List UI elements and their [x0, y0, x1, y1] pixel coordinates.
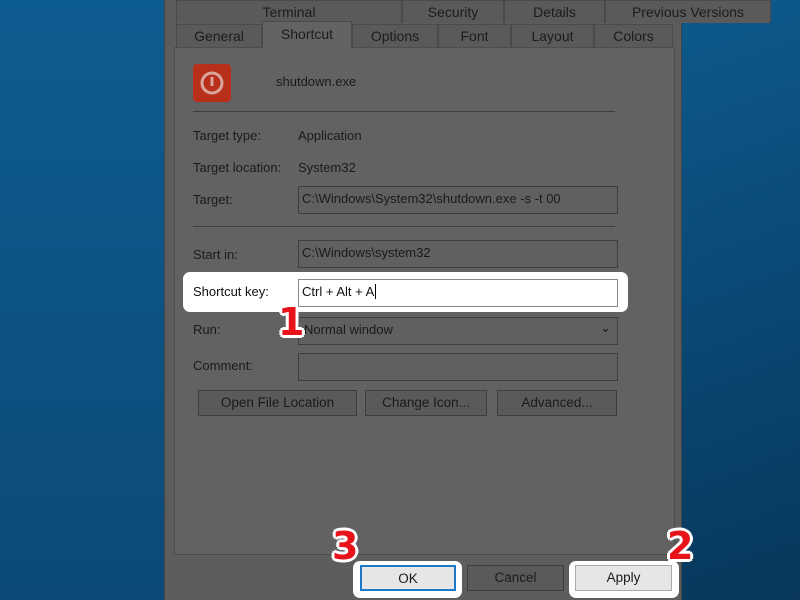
target-type-value: Application: [298, 128, 362, 143]
shortcut-key-input[interactable]: Ctrl + Alt + A: [298, 279, 618, 307]
apply-button[interactable]: Apply: [575, 565, 672, 591]
tab-layout[interactable]: Layout: [511, 24, 594, 47]
tab-previous-versions[interactable]: Previous Versions: [605, 0, 771, 23]
cancel-button[interactable]: Cancel: [467, 565, 564, 591]
target-input[interactable]: C:\Windows\System32\shutdown.exe -s -t 0…: [298, 186, 618, 214]
open-file-location-button[interactable]: Open File Location: [198, 390, 357, 416]
target-location-value: System32: [298, 160, 356, 175]
run-value: Normal window: [304, 322, 393, 337]
tab-security[interactable]: Security: [402, 0, 504, 23]
shortcut-key-value: Ctrl + Alt + A: [302, 284, 375, 299]
annotation-1: 1: [278, 300, 305, 344]
comment-label: Comment:: [193, 358, 253, 373]
annotation-3: 3: [332, 524, 359, 568]
target-type-label: Target type:: [193, 128, 261, 143]
chevron-down-icon: ⌄: [600, 320, 611, 335]
target-label: Target:: [193, 192, 233, 207]
run-label: Run:: [193, 322, 221, 337]
tab-options[interactable]: Options: [352, 24, 438, 47]
tab-colors[interactable]: Colors: [594, 24, 673, 47]
power-icon: [193, 64, 231, 102]
divider: [193, 111, 615, 112]
comment-input[interactable]: [298, 353, 618, 381]
ok-button[interactable]: OK: [360, 565, 456, 591]
divider: [193, 226, 615, 227]
tab-terminal[interactable]: Terminal: [176, 0, 402, 23]
target-location-label: Target location:: [193, 160, 282, 175]
advanced-button[interactable]: Advanced...: [497, 390, 617, 416]
start-in-label: Start in:: [193, 247, 238, 262]
desktop-background: [682, 0, 800, 600]
tab-font[interactable]: Font: [438, 24, 511, 47]
tab-general[interactable]: General: [176, 24, 262, 47]
shortcut-key-label: Shortcut key:: [193, 284, 269, 299]
run-select[interactable]: Normal window ⌄: [298, 317, 618, 345]
desktop-background: [0, 0, 164, 600]
tab-shortcut[interactable]: Shortcut: [262, 21, 352, 48]
annotation-2: 2: [667, 524, 694, 568]
file-name: shutdown.exe: [276, 74, 357, 89]
change-icon-button[interactable]: Change Icon...: [365, 390, 487, 416]
tab-details[interactable]: Details: [504, 0, 605, 23]
start-in-input[interactable]: C:\Windows\system32: [298, 240, 618, 268]
